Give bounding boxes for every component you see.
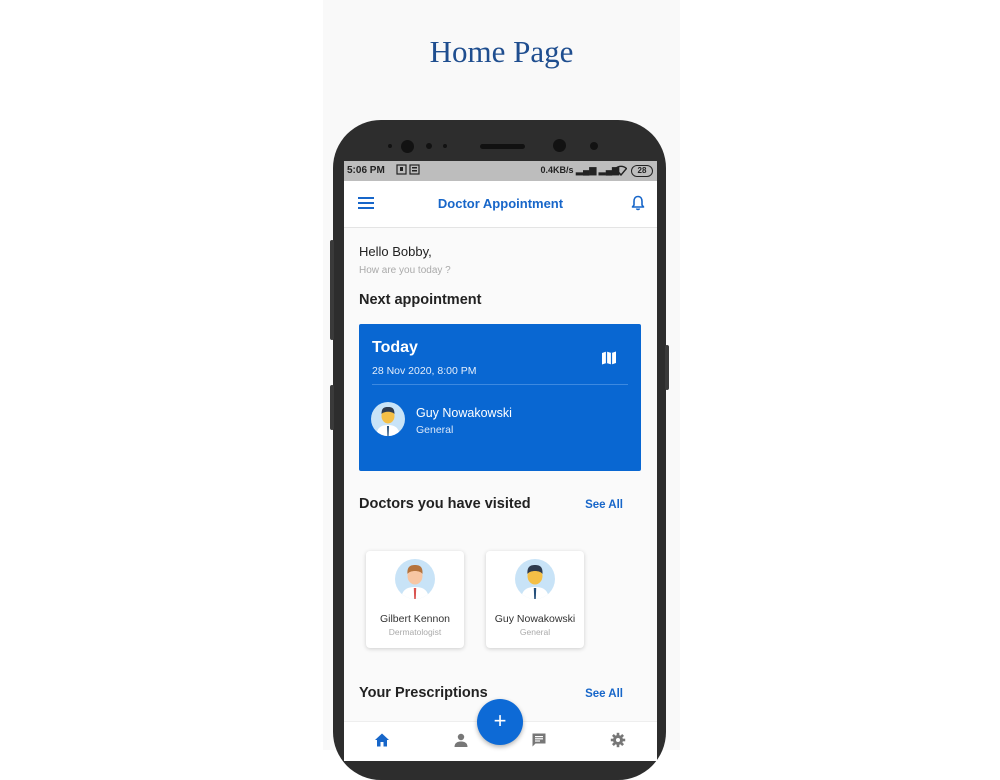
power-button: [665, 345, 669, 390]
doctor-avatar: [395, 559, 435, 599]
doctor-specialty: Dermatologist: [388, 627, 442, 637]
greeting-subtitle: How are you today ?: [359, 265, 451, 276]
doctor-card[interactable]: Gilbert Kennon Dermatologist: [366, 551, 464, 648]
status-bar: 5:06 PM 0.4KB/s ▂▄▆ ▂▄▆ 28: [344, 161, 657, 181]
earpiece-speaker: [480, 144, 525, 149]
visited-doctors-title: Doctors you have visited: [359, 496, 531, 512]
notification-icons: [396, 164, 420, 175]
bell-icon[interactable]: [631, 195, 645, 211]
doctor-avatar: [515, 559, 555, 599]
appointment-datetime: 28 Nov 2020, 8:00 PM: [372, 365, 477, 377]
network-speed: 0.4KB/s ▂▄▆ ▂▄▆: [540, 165, 619, 175]
doctor-name: Guy Nowakowski: [494, 613, 576, 625]
profile-icon[interactable]: [453, 732, 469, 748]
app-title: Doctor Appointment: [437, 196, 564, 211]
sensor-dot: [426, 143, 432, 149]
next-appointment-title: Next appointment: [359, 292, 482, 308]
sensor-dot: [388, 144, 392, 148]
home-icon[interactable]: [374, 732, 390, 748]
doctor-name: Gilbert Kennon: [379, 613, 451, 625]
prescriptions-title: Your Prescriptions: [359, 685, 488, 701]
see-all-prescriptions-link[interactable]: See All: [585, 688, 623, 700]
card-divider: [372, 384, 628, 385]
next-appointment-card[interactable]: Today 28 Nov 2020, 8:00 PM Guy Nowakowsk…: [359, 324, 641, 471]
add-appointment-fab[interactable]: +: [477, 699, 523, 745]
doctor-name: Guy Nowakowski: [416, 406, 512, 420]
proximity-sensor: [553, 139, 566, 152]
side-button: [330, 385, 334, 430]
sensor-dot: [443, 144, 447, 148]
doctor-avatar: [371, 402, 405, 436]
greeting-text: Hello Bobby,: [359, 244, 432, 259]
app-bar: Doctor Appointment: [344, 181, 657, 228]
status-time: 5:06 PM: [347, 165, 385, 176]
appointment-day: Today: [372, 339, 418, 356]
chat-icon[interactable]: [531, 732, 547, 748]
doctor-card[interactable]: Guy Nowakowski General: [486, 551, 584, 648]
battery-icon: 28: [631, 165, 653, 177]
page-heading: Home Page: [429, 34, 574, 69]
volume-button: [330, 240, 334, 340]
front-camera: [401, 140, 414, 153]
settings-icon[interactable]: [610, 732, 626, 748]
map-icon[interactable]: [601, 350, 617, 366]
wifi-icon: [615, 165, 627, 176]
doctor-specialty: General: [416, 424, 454, 436]
doctor-specialty: General: [519, 627, 551, 637]
see-all-doctors-link[interactable]: See All: [585, 499, 623, 511]
sensor-dot: [590, 142, 598, 150]
app-screen: 5:06 PM 0.4KB/s ▂▄▆ ▂▄▆ 28 Doctor Appoin…: [344, 161, 657, 761]
